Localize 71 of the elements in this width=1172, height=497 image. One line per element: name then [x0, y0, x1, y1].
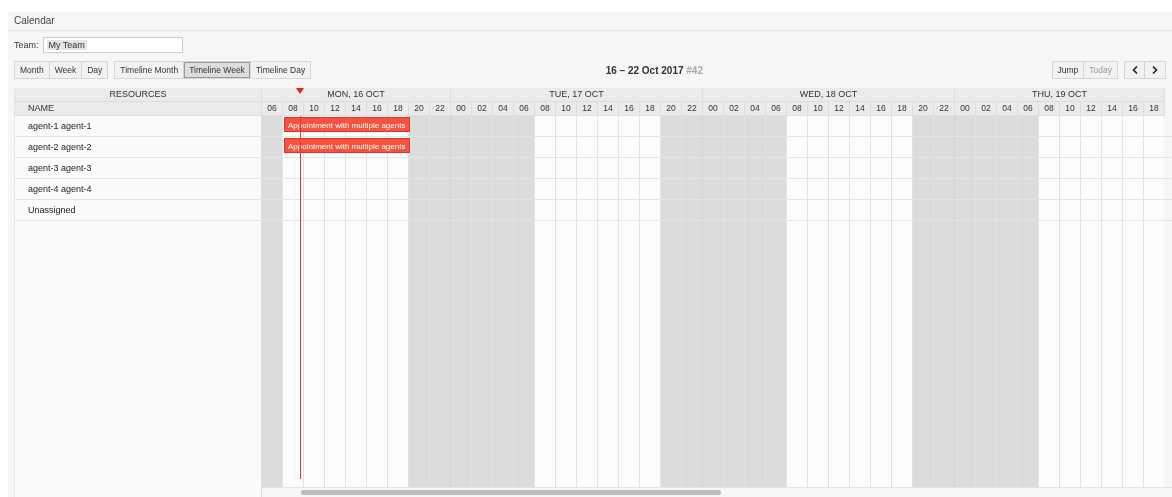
hour-header: 10	[808, 102, 829, 116]
hour-header: 22	[934, 102, 954, 116]
hour-header: 04	[745, 102, 766, 116]
hour-header: 00	[955, 102, 976, 116]
hour-header: 02	[472, 102, 493, 116]
chevron-left-icon	[1131, 66, 1138, 74]
view-button[interactable]: Day	[82, 62, 108, 78]
team-label: Team:	[14, 40, 39, 50]
hour-header: 06	[766, 102, 787, 116]
view-button[interactable]: Timeline Month	[115, 62, 185, 78]
resource-name: agent-3 agent-3	[15, 158, 261, 179]
hour-header: 10	[1060, 102, 1081, 116]
now-marker-icon	[296, 88, 304, 94]
hour-header: 14	[850, 102, 871, 116]
hour-header: 10	[556, 102, 577, 116]
resource-name: Unassigned	[15, 200, 261, 221]
previous-button[interactable]	[1125, 62, 1145, 78]
hour-header: 04	[997, 102, 1018, 116]
hour-header: 00	[703, 102, 724, 116]
hour-header: 12	[577, 102, 598, 116]
window-title: Calendar	[8, 12, 1172, 31]
hour-header: 16	[619, 102, 640, 116]
hour-header: 06	[262, 102, 283, 116]
hour-header: 06	[1018, 102, 1039, 116]
hour-header: 14	[598, 102, 619, 116]
hour-header: 16	[1123, 102, 1144, 116]
hour-header: 22	[682, 102, 702, 116]
scrollbar-thumb[interactable]	[301, 490, 721, 495]
team-field[interactable]: My Team	[42, 37, 183, 53]
hour-header: 06	[514, 102, 535, 116]
hour-header: 04	[493, 102, 514, 116]
nav-button[interactable]: Jump	[1052, 62, 1085, 78]
view-button[interactable]: Timeline Week	[184, 62, 251, 78]
view-button[interactable]: Month	[15, 62, 50, 78]
resource-name: agent-2 agent-2	[15, 137, 261, 158]
next-button[interactable]	[1145, 62, 1165, 78]
hour-header: 02	[976, 102, 997, 116]
day-header: MON, 16 OCT	[262, 88, 450, 102]
hour-header: 14	[346, 102, 367, 116]
day-header: WED, 18 OCT	[703, 88, 954, 102]
hour-header: 12	[1081, 102, 1102, 116]
hour-header: 12	[325, 102, 346, 116]
hour-header: 08	[283, 102, 304, 116]
view-button[interactable]: Week	[49, 62, 83, 78]
hour-header: 00	[451, 102, 472, 116]
resource-name: agent-4 agent-4	[15, 179, 261, 200]
hour-header: 16	[871, 102, 892, 116]
resources-header: RESOURCES	[15, 88, 261, 102]
hour-header: 16	[367, 102, 388, 116]
hour-header: 22	[430, 102, 450, 116]
hour-header: 20	[913, 102, 934, 116]
hour-header: 18	[1144, 102, 1164, 116]
hour-header: 08	[535, 102, 556, 116]
hour-header: 20	[661, 102, 682, 116]
resource-name: agent-1 agent-1	[15, 116, 261, 137]
hour-header: 18	[892, 102, 913, 116]
chevron-right-icon	[1152, 66, 1158, 74]
hour-header: 18	[640, 102, 661, 116]
hour-header: 12	[829, 102, 850, 116]
hour-header: 08	[787, 102, 808, 116]
date-range-title: 16 – 22 Oct 2017 #42	[604, 64, 704, 76]
day-header: TUE, 17 OCT	[451, 88, 702, 102]
hour-header: 18	[388, 102, 409, 116]
view-button[interactable]: Timeline Day	[250, 62, 311, 78]
hour-header: 20	[409, 102, 430, 116]
hour-header: 02	[724, 102, 745, 116]
hour-header: 14	[1102, 102, 1123, 116]
day-header: THU, 19 OCT	[955, 88, 1164, 102]
name-header: NAME	[15, 102, 261, 116]
hour-header: 08	[1039, 102, 1060, 116]
hour-header: 10	[304, 102, 325, 116]
